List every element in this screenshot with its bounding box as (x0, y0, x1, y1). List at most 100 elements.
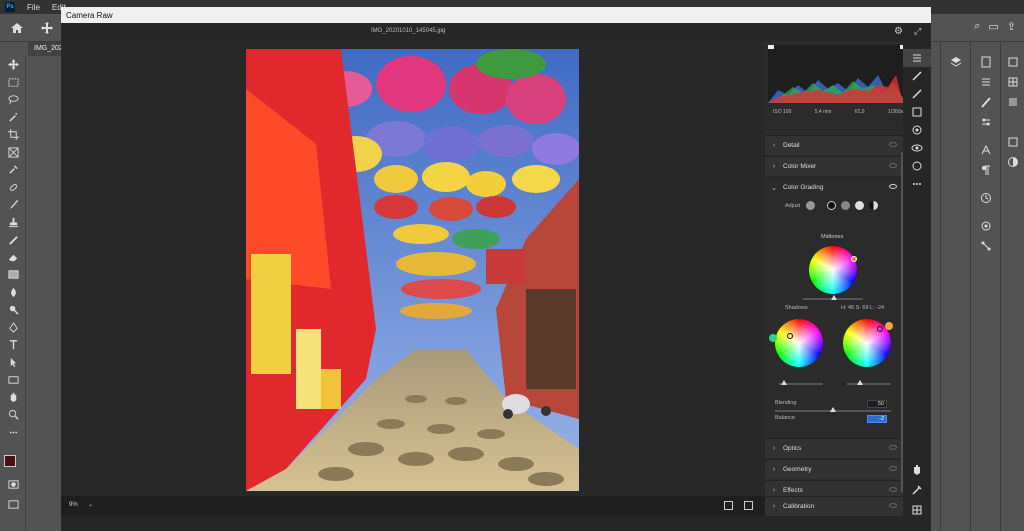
preview-photo (246, 49, 579, 491)
move-tool-icon[interactable] (0, 56, 26, 74)
path-selection-icon[interactable] (0, 354, 26, 372)
single-view-icon[interactable] (724, 501, 733, 510)
eye-icon[interactable] (889, 503, 897, 508)
type-tool-icon[interactable] (0, 336, 26, 354)
properties-icon[interactable] (971, 52, 1000, 72)
brush-settings-icon[interactable] (971, 92, 1000, 112)
lasso-tool-icon[interactable] (0, 91, 26, 109)
three-way-icon[interactable] (806, 201, 815, 210)
before-after-icon[interactable] (744, 501, 753, 510)
crop-icon[interactable] (903, 67, 931, 85)
hand-tool-icon[interactable] (0, 389, 26, 407)
more-tools-icon[interactable] (0, 424, 26, 442)
eye-icon[interactable] (889, 487, 897, 492)
menu-file[interactable]: File (27, 3, 40, 12)
blur-tool-icon[interactable] (0, 284, 26, 302)
grid-overlay-icon[interactable] (903, 501, 931, 519)
glyphs-icon[interactable] (1001, 52, 1024, 72)
grid-icon[interactable] (1001, 72, 1024, 92)
magic-wand-icon[interactable] (0, 109, 26, 127)
marquee-tool-icon[interactable] (0, 74, 26, 92)
home-icon[interactable] (8, 20, 26, 36)
chevron-down-icon[interactable]: ⌄ (88, 501, 93, 508)
character-icon[interactable] (971, 140, 1000, 160)
network-icon[interactable] (971, 236, 1000, 256)
blending-thumb[interactable] (830, 407, 836, 412)
screen-mode-icon[interactable] (0, 496, 26, 514)
sliders-icon[interactable] (971, 112, 1000, 132)
document-tab[interactable]: IMG_2020 (28, 42, 67, 56)
search-icon[interactable]: ⌕ (974, 20, 980, 33)
highlights-luminance-slider[interactable] (847, 383, 891, 385)
shadows-handle[interactable] (787, 333, 793, 339)
share-icon[interactable]: ⇪ (1007, 20, 1016, 33)
layers-icon[interactable] (941, 52, 970, 72)
history-icon[interactable] (971, 188, 1000, 208)
rectangle-tool-icon[interactable] (0, 371, 26, 389)
healing-icon[interactable] (903, 85, 931, 103)
dodge-tool-icon[interactable] (0, 301, 26, 319)
brush-tool-icon[interactable] (0, 196, 26, 214)
libraries-icon[interactable] (971, 216, 1000, 236)
eye-icon[interactable] (889, 184, 897, 189)
crop-tool-icon[interactable] (0, 126, 26, 144)
highlights-handle[interactable] (877, 326, 883, 332)
expand-icon[interactable]: ⤢ (914, 26, 921, 37)
move-icon[interactable] (38, 20, 56, 36)
stamp-tool-icon[interactable] (0, 214, 26, 232)
zoom-tool-icon[interactable] (0, 406, 26, 424)
midtones-mode-icon[interactable] (841, 201, 850, 210)
shadows-luminance-thumb[interactable] (781, 380, 787, 385)
highlights-mode-icon[interactable] (855, 201, 864, 210)
gear-icon[interactable]: ⚙ (894, 26, 903, 37)
pen-tool-icon[interactable] (0, 319, 26, 337)
section-label: Detail (783, 142, 800, 149)
section-optics[interactable]: › Optics (765, 438, 903, 458)
edit-sliders-icon[interactable] (903, 49, 931, 67)
highlights-luminance-thumb[interactable] (857, 380, 863, 385)
paragraph-icon[interactable] (971, 160, 1000, 180)
eye-icon[interactable] (889, 445, 897, 450)
eye-icon[interactable] (889, 466, 897, 471)
section-calibration[interactable]: › Calibration (765, 496, 903, 516)
quick-mask-icon[interactable] (0, 476, 26, 494)
radial-filter-icon[interactable] (903, 121, 931, 139)
section-color-mixer[interactable]: › Color Mixer (765, 156, 903, 176)
eye-icon[interactable] (889, 142, 897, 147)
global-mode-icon[interactable] (869, 201, 878, 210)
history-brush-icon[interactable] (0, 231, 26, 249)
eyedropper-icon[interactable] (0, 161, 26, 179)
presets-icon[interactable] (903, 157, 931, 175)
midtones-luminance-thumb[interactable] (831, 295, 837, 300)
highlights-color-wheel[interactable] (843, 319, 891, 367)
shadows-mode-icon[interactable] (827, 201, 836, 210)
cr-preview-canvas[interactable] (61, 41, 765, 496)
hand-icon[interactable] (903, 461, 931, 479)
gradients-icon[interactable] (1001, 92, 1024, 112)
eye-icon[interactable] (889, 163, 897, 168)
red-eye-icon[interactable] (903, 139, 931, 157)
adjustments-icon[interactable] (971, 72, 1000, 92)
eraser-icon[interactable] (0, 249, 26, 267)
gradient-icon[interactable] (0, 266, 26, 284)
shadows-color-wheel[interactable] (775, 319, 823, 367)
sampler-icon[interactable] (903, 481, 931, 499)
foreground-color-swatch[interactable] (4, 455, 16, 467)
balance-value[interactable]: -2 (867, 415, 887, 423)
workspace-icon[interactable]: ▭ (988, 20, 998, 33)
chevron-down-icon: ⌄ (771, 184, 777, 192)
masking-icon[interactable] (903, 103, 931, 121)
section-geometry[interactable]: › Geometry (765, 459, 903, 479)
section-detail[interactable]: › Detail (765, 135, 903, 155)
zoom-level[interactable]: 9% (69, 502, 78, 508)
patterns-icon[interactable] (1001, 132, 1024, 152)
section-color-grading[interactable]: ⌄ Color Grading (765, 177, 903, 197)
more-options-icon[interactable] (903, 175, 931, 193)
color-icon[interactable] (1001, 152, 1024, 172)
frame-tool-icon[interactable] (0, 144, 26, 162)
blending-value[interactable]: 50 (867, 400, 887, 408)
section-label: Color Grading (783, 184, 824, 191)
healing-brush-icon[interactable] (0, 179, 26, 197)
midtones-handle[interactable] (851, 256, 857, 262)
midtones-color-wheel[interactable] (809, 246, 857, 294)
